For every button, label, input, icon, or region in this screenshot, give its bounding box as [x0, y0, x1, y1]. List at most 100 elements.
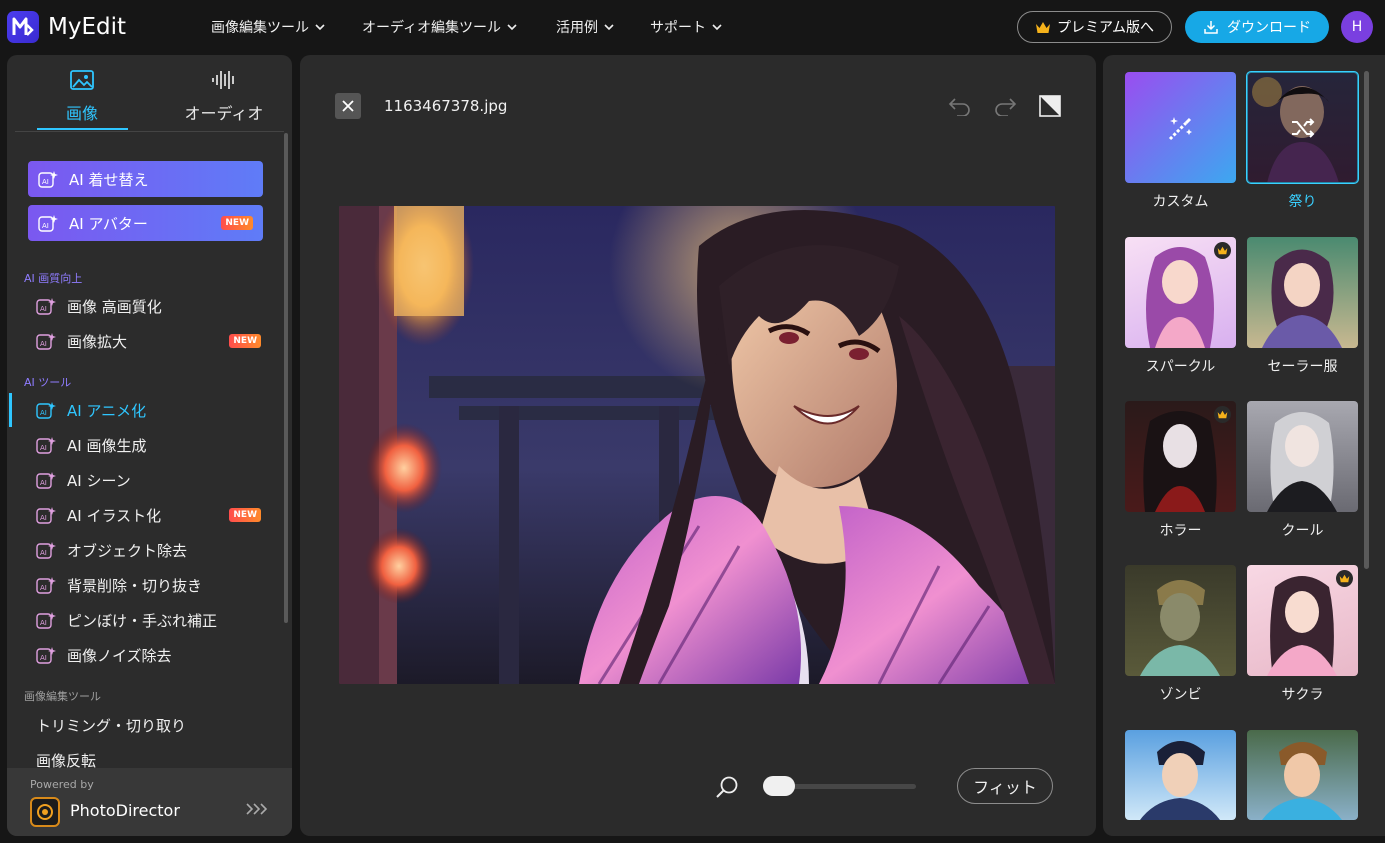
menu-label: AI イラスト化: [67, 506, 162, 525]
nav-support[interactable]: サポート: [650, 17, 722, 37]
style-card-matsuri[interactable]: 祭り: [1246, 71, 1359, 211]
magic-wand-icon: [1168, 117, 1192, 141]
sidebar-item-deblur[interactable]: AI ピンぼけ・手ぶれ補正: [36, 606, 261, 634]
style-card-horror[interactable]: ホラー: [1125, 401, 1236, 540]
ai-dress-up-button[interactable]: AI AI 着せ替え: [28, 161, 263, 197]
download-icon: [1204, 21, 1218, 34]
sidebar-item-ai-image-gen[interactable]: AI AI 画像生成: [36, 431, 261, 459]
style-label: ゾンビ: [1159, 687, 1202, 703]
ai-sparkle-icon: AI: [36, 402, 56, 419]
menu-label: 画像ノイズ除去: [67, 646, 172, 665]
sidebar-item-object-removal[interactable]: AI オブジェクト除去: [36, 536, 261, 564]
style-card-custom[interactable]: カスタム: [1125, 72, 1236, 211]
feature-label: AI 着せ替え: [69, 170, 149, 189]
svg-text:AI: AI: [40, 305, 47, 313]
style-card-sparkle[interactable]: スパークル: [1125, 237, 1236, 376]
premium-button[interactable]: プレミアム版へ: [1017, 11, 1172, 43]
tab-image[interactable]: 画像: [37, 69, 127, 124]
crown-icon: [1217, 410, 1228, 419]
style-card-sports[interactable]: [1247, 730, 1358, 820]
style-card-sakura[interactable]: サクラ: [1247, 565, 1358, 704]
style-label: クール: [1281, 523, 1324, 539]
undo-icon: [948, 98, 970, 116]
menu-label: ピンぼけ・手ぶれ補正: [67, 611, 218, 630]
sidebar-item-denoise[interactable]: AI 画像ノイズ除去: [36, 641, 261, 669]
section-title: 画像編集ツール: [24, 690, 101, 703]
active-tab-indicator: [37, 128, 128, 130]
crown-icon: [1035, 21, 1050, 33]
sidebar-item-bg-removal[interactable]: AI 背景削除・切り抜き: [36, 571, 261, 599]
photodirector-logo-icon: [30, 797, 60, 827]
powered-by-panel[interactable]: Powered by PhotoDirector: [7, 768, 292, 836]
fit-button[interactable]: フィット: [957, 768, 1053, 804]
svg-text:AI: AI: [40, 619, 47, 627]
style-panel: カスタム 祭り スパークル セーラー服 ホラー クール ゾンビ サクラ: [1103, 55, 1385, 836]
style-thumb: [1125, 72, 1236, 183]
ai-sparkle-icon: AI: [38, 215, 58, 232]
powered-by-label: Powered by: [30, 778, 94, 791]
crown-icon: [1339, 574, 1350, 583]
myedit-logo-icon: [7, 11, 39, 43]
ai-sparkle-icon: AI: [36, 298, 56, 315]
svg-text:AI: AI: [40, 549, 47, 557]
close-button[interactable]: [335, 93, 361, 119]
avatar[interactable]: H: [1341, 11, 1373, 43]
redo-button[interactable]: [992, 93, 1018, 119]
sidebar-item-ai-scene[interactable]: AI AI シーン: [36, 466, 261, 494]
undo-button[interactable]: [947, 93, 973, 119]
edited-image[interactable]: [339, 206, 1055, 684]
anime-portrait-image: [339, 206, 1055, 684]
shuffle-icon: [1291, 117, 1314, 138]
ai-sparkle-icon: AI: [36, 577, 56, 594]
nav-use-cases[interactable]: 活用例: [556, 17, 614, 37]
sidebar-item-ai-anime[interactable]: AI AI アニメ化: [36, 396, 261, 424]
ai-sparkle-icon: AI: [36, 437, 56, 454]
menu-label: AI アニメ化: [67, 401, 147, 420]
nav-audio-tools[interactable]: オーディオ編集ツール: [362, 17, 517, 37]
style-card-cool[interactable]: クール: [1247, 401, 1358, 540]
editor-workspace: 1163467378.jpg フィット: [300, 55, 1096, 836]
compare-icon: [1039, 95, 1061, 117]
sidebar-item-ai-illustration[interactable]: AI AI イラスト化 NEW: [36, 501, 261, 529]
style-card-business[interactable]: [1125, 730, 1236, 820]
compare-button[interactable]: [1037, 93, 1063, 119]
style-card-sailor[interactable]: セーラー服: [1247, 237, 1358, 376]
style-card-zombie[interactable]: ゾンビ: [1125, 565, 1236, 704]
sports-thumbnail: [1262, 742, 1342, 820]
ai-sparkle-icon: AI: [36, 333, 56, 350]
premium-crown-badge: [1336, 570, 1353, 587]
svg-text:AI: AI: [40, 409, 47, 417]
sidebar-item-upscale[interactable]: AI 画像拡大 NEW: [36, 327, 261, 355]
chevrons-right-icon: [246, 803, 268, 815]
sidebar-item-crop[interactable]: トリミング・切り取り: [36, 715, 186, 736]
style-label: 祭り: [1288, 194, 1317, 210]
nav-label: 活用例: [556, 20, 598, 36]
tab-audio[interactable]: オーディオ: [168, 69, 280, 124]
ai-avatar-button[interactable]: AI AI アバター NEW: [28, 205, 263, 241]
svg-text:AI: AI: [40, 444, 47, 452]
zoom-icon[interactable]: [714, 775, 740, 801]
menu-label: オブジェクト除去: [67, 541, 188, 560]
style-label: スパークル: [1145, 359, 1216, 375]
ai-sparkle-icon: AI: [36, 612, 56, 629]
style-thumb: [1125, 237, 1236, 348]
sidebar-scrollbar[interactable]: [284, 133, 288, 623]
zoom-slider-handle[interactable]: [763, 776, 795, 796]
ai-sparkle-icon: AI: [36, 647, 56, 664]
nav-label: オーディオ編集ツール: [362, 20, 502, 36]
style-thumb: [1247, 401, 1358, 512]
waveform-icon: [212, 71, 234, 89]
download-button[interactable]: ダウンロード: [1185, 11, 1329, 43]
nav-image-tools[interactable]: 画像編集ツール: [211, 17, 325, 37]
style-thumb: [1125, 730, 1236, 820]
download-label: ダウンロード: [1227, 20, 1311, 36]
new-badge: NEW: [229, 334, 261, 348]
logo[interactable]: MyEdit: [7, 11, 126, 43]
style-panel-scrollbar[interactable]: [1364, 71, 1369, 569]
crown-icon: [1217, 246, 1228, 255]
ai-sparkle-icon: AI: [38, 171, 58, 188]
sidebar-item-enhance[interactable]: AI 画像 高画質化: [36, 292, 261, 320]
menu-label: AI シーン: [67, 471, 131, 490]
ai-sparkle-icon: AI: [36, 542, 56, 559]
svg-text:AI: AI: [40, 654, 47, 662]
